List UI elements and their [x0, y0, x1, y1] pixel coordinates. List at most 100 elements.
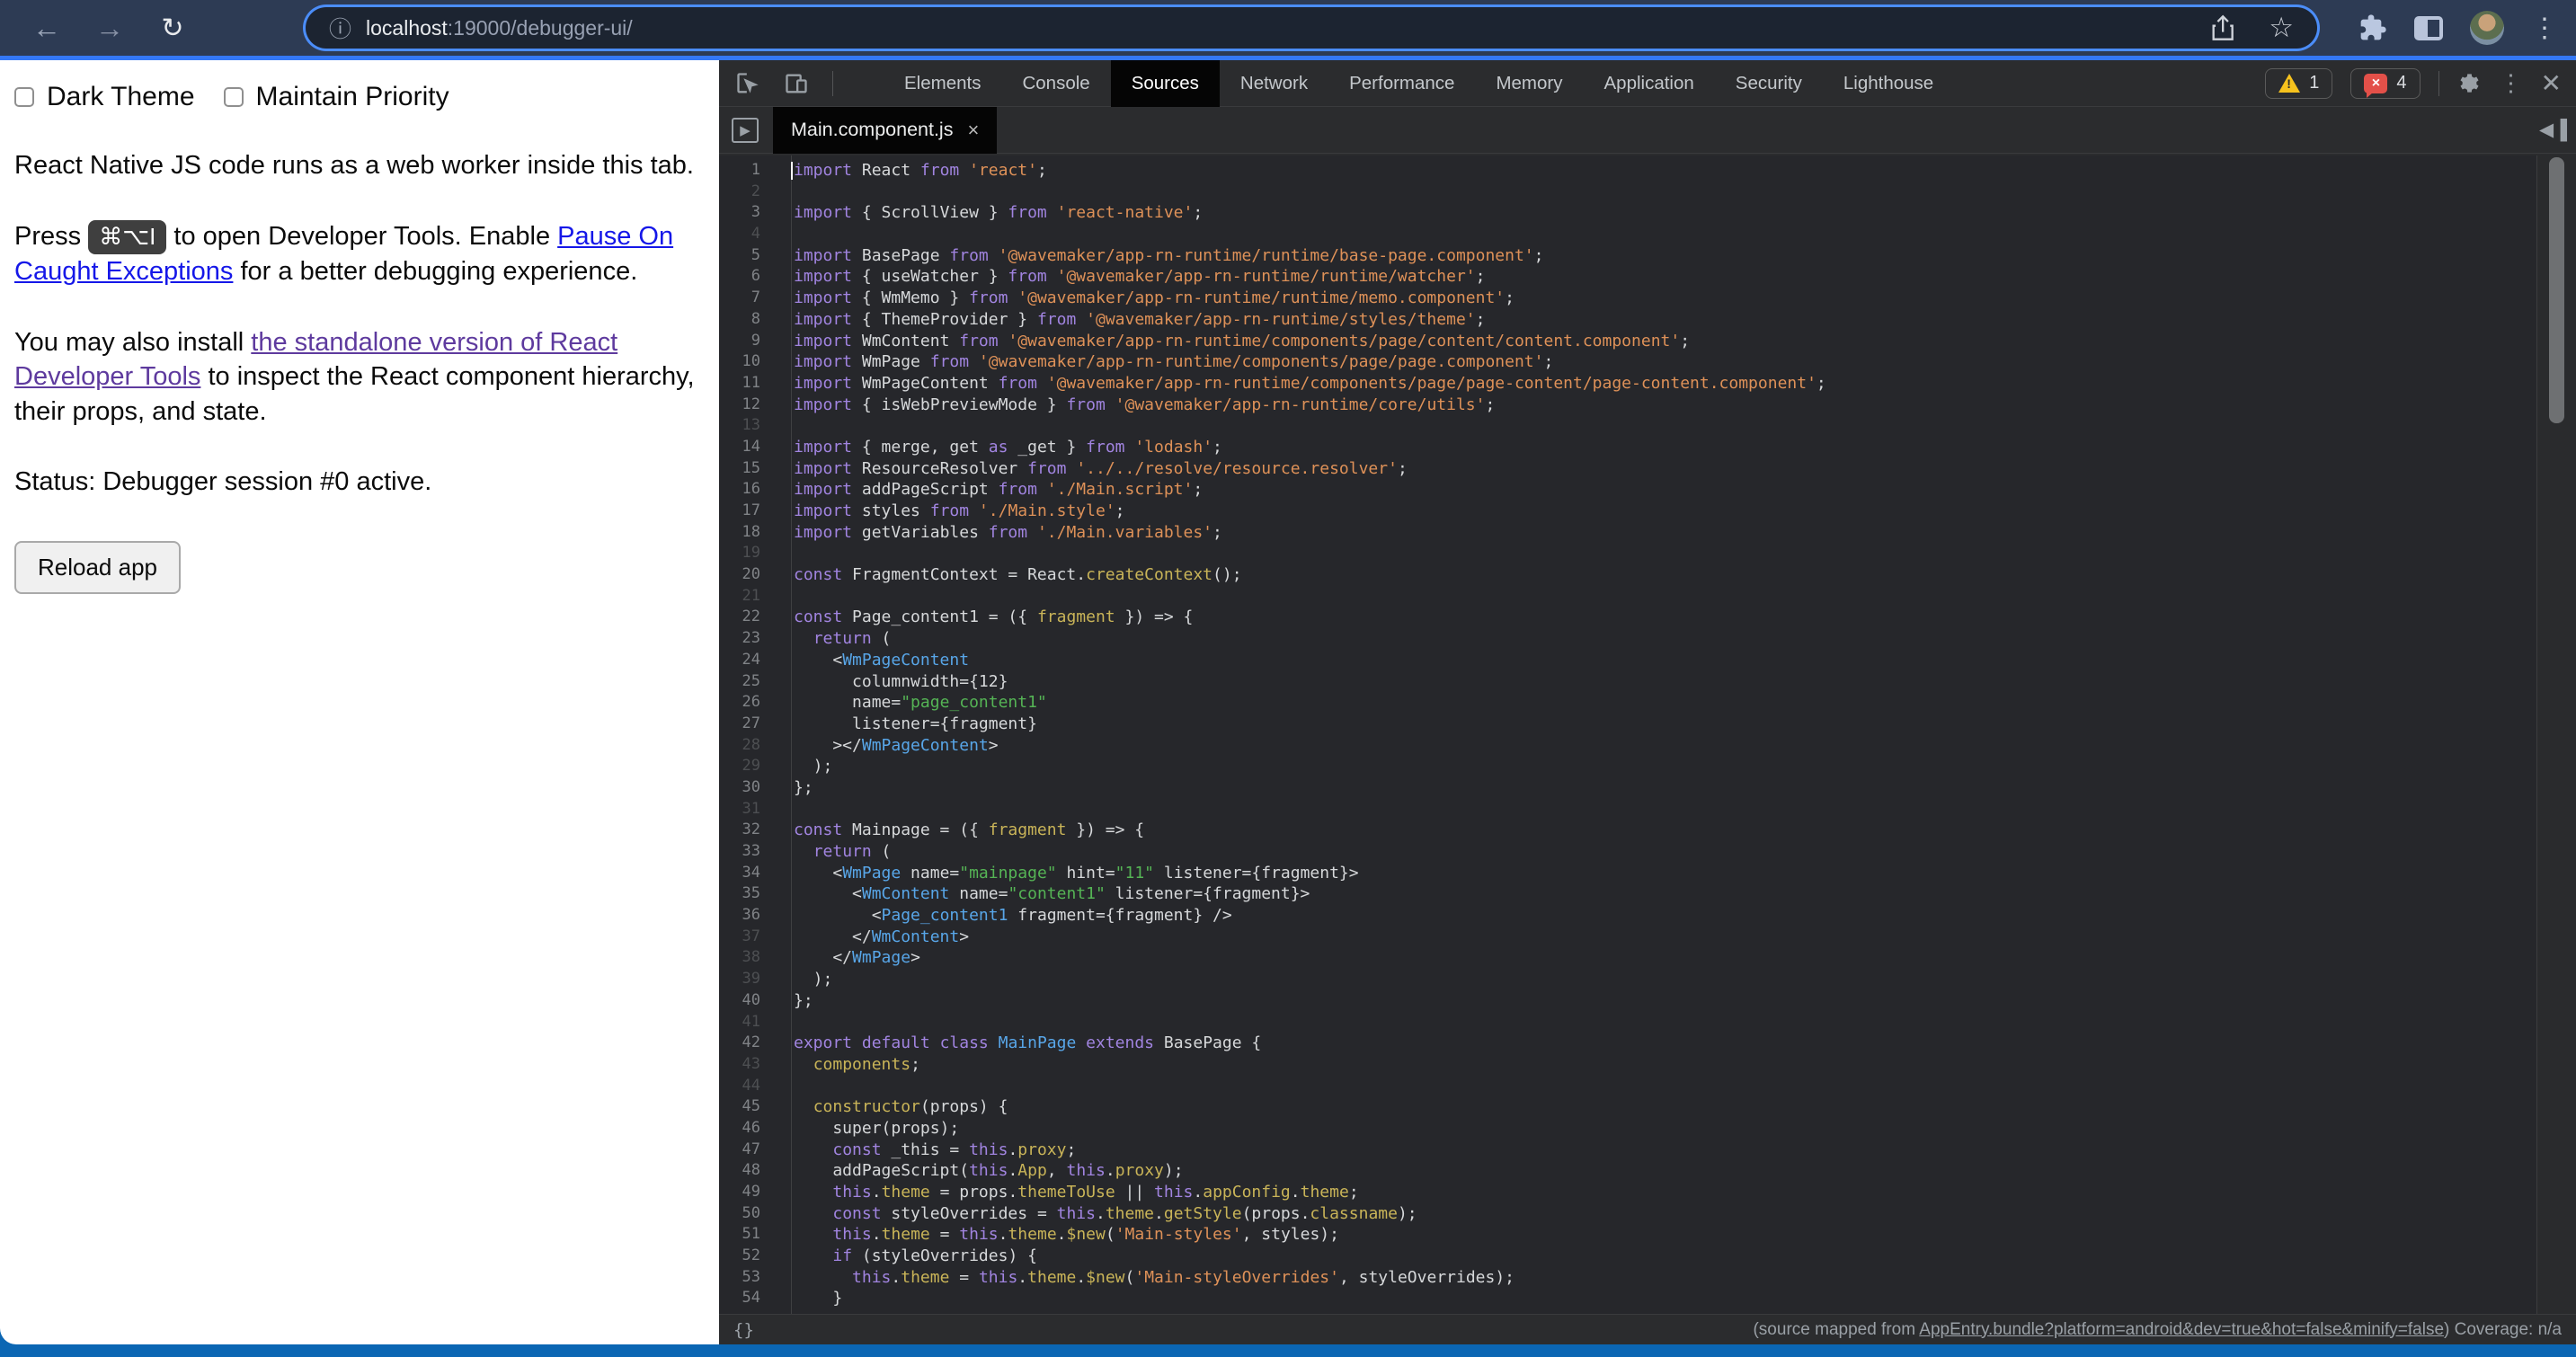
checkbox-dark-theme[interactable]	[14, 87, 34, 107]
code-text[interactable]	[777, 587, 794, 608]
warnings-badge[interactable]: 1	[2265, 68, 2332, 99]
code-text[interactable]	[777, 800, 794, 821]
code-text[interactable]: import WmPage from '@wavemaker/app-rn-ru…	[777, 352, 1553, 374]
line-number[interactable]: 6	[719, 267, 777, 288]
tab-sources[interactable]: Sources	[1111, 60, 1220, 107]
code-text[interactable]: import styles from './Main.style';	[777, 501, 1125, 523]
code-text[interactable]: const Mainpage = ({ fragment }) => {	[777, 820, 1144, 842]
code-text[interactable]: this.theme = props.themeToUse || this.ap…	[777, 1183, 1359, 1204]
line-number[interactable]: 12	[719, 395, 777, 417]
line-number[interactable]: 17	[719, 501, 777, 523]
code-text[interactable]: import BasePage from '@wavemaker/app-rn-…	[777, 246, 1543, 268]
navigator-toggle-icon[interactable]: ▶	[732, 118, 759, 143]
code-text[interactable]: import { isWebPreviewMode } from '@wavem…	[777, 395, 1495, 417]
line-number[interactable]: 2	[719, 182, 777, 204]
debugger-sidebar-toggle-icon[interactable]: ◀▐	[2539, 119, 2567, 141]
line-number[interactable]: 25	[719, 672, 777, 694]
line-number[interactable]: 34	[719, 864, 777, 885]
code-text[interactable]: import ResourceResolver from '../../reso…	[777, 459, 1408, 481]
devtools-close-icon[interactable]: ✕	[2541, 68, 2562, 98]
browser-menu-icon[interactable]: ⋮	[2531, 13, 2558, 44]
line-number[interactable]: 43	[719, 1055, 777, 1077]
tab-security[interactable]: Security	[1715, 60, 1823, 107]
code-text[interactable]: if (styleOverrides) {	[777, 1246, 1037, 1268]
line-number[interactable]: 16	[719, 480, 777, 501]
code-text[interactable]: components;	[777, 1055, 920, 1077]
scrollbar-thumb[interactable]	[2549, 157, 2564, 423]
line-number[interactable]: 44	[719, 1077, 777, 1098]
tab-memory[interactable]: Memory	[1475, 60, 1583, 107]
line-number[interactable]: 48	[719, 1161, 777, 1183]
code-text[interactable]: import WmPageContent from '@wavemaker/ap…	[777, 374, 1826, 395]
line-number[interactable]: 24	[719, 651, 777, 672]
code-text[interactable]: listener={fragment}	[777, 714, 1037, 736]
code-text[interactable]: this.theme = this.theme.$new('Main-style…	[777, 1225, 1339, 1246]
checkbox-maintain-priority[interactable]	[224, 87, 244, 107]
code-text[interactable]: import WmContent from '@wavemaker/app-rn…	[777, 332, 1690, 353]
line-number[interactable]: 11	[719, 374, 777, 395]
line-number[interactable]: 31	[719, 800, 777, 821]
pretty-print-button[interactable]: {}	[733, 1320, 754, 1340]
line-number[interactable]: 15	[719, 459, 777, 481]
line-number[interactable]: 23	[719, 629, 777, 651]
code-text[interactable]: this.theme = this.theme.$new('Main-style…	[777, 1268, 1515, 1290]
extensions-icon[interactable]	[2358, 13, 2387, 42]
line-number[interactable]: 39	[719, 970, 777, 991]
code-text[interactable]: <WmPageContent	[777, 651, 969, 672]
line-number[interactable]: 26	[719, 693, 777, 714]
line-number[interactable]: 19	[719, 544, 777, 565]
code-text[interactable]: const styleOverrides = this.theme.getSty…	[777, 1204, 1417, 1226]
code-text[interactable]: };	[777, 778, 813, 800]
bookmark-star-icon[interactable]: ☆	[2269, 12, 2294, 44]
side-panel-icon[interactable]	[2414, 16, 2443, 40]
line-number[interactable]: 1	[719, 161, 777, 182]
share-icon[interactable]	[2209, 14, 2234, 41]
line-number[interactable]: 18	[719, 523, 777, 545]
reload-app-button[interactable]: Reload app	[14, 541, 181, 594]
line-number[interactable]: 40	[719, 991, 777, 1013]
code-text[interactable]	[777, 416, 794, 438]
code-text[interactable]: columnwidth={12}	[777, 672, 1008, 694]
line-number[interactable]: 7	[719, 288, 777, 310]
line-number[interactable]: 4	[719, 225, 777, 246]
code-text[interactable]	[777, 1077, 794, 1098]
code-text[interactable]: ></WmPageContent>	[777, 736, 999, 758]
code-text[interactable]: const _this = this.proxy;	[777, 1140, 1076, 1162]
bundle-link[interactable]: AppEntry.bundle?platform=android&dev=tru…	[1919, 1320, 2444, 1339]
back-icon[interactable]: ←	[22, 12, 72, 45]
errors-badge[interactable]: × 4	[2350, 68, 2420, 99]
line-number[interactable]: 13	[719, 416, 777, 438]
code-text[interactable]: const FragmentContext = React.createCont…	[777, 565, 1242, 587]
inspect-element-icon[interactable]	[735, 71, 760, 96]
file-tab-close-icon[interactable]: ×	[967, 119, 979, 142]
code-text[interactable]: import getVariables from './Main.variabl…	[777, 523, 1222, 545]
link[interactable]: the standalone version of React Develope…	[14, 328, 617, 392]
code-text[interactable]: );	[777, 757, 832, 778]
code-text[interactable]: }	[777, 1289, 842, 1310]
line-number[interactable]: 14	[719, 438, 777, 459]
line-number[interactable]: 10	[719, 352, 777, 374]
line-number[interactable]: 28	[719, 736, 777, 758]
code-text[interactable]: );	[777, 970, 832, 991]
line-number[interactable]: 51	[719, 1225, 777, 1246]
line-number[interactable]: 32	[719, 820, 777, 842]
line-number[interactable]: 9	[719, 332, 777, 353]
code-text[interactable]: <WmPage name="mainpage" hint="11" listen…	[777, 864, 1359, 885]
tab-performance[interactable]: Performance	[1328, 60, 1475, 107]
line-number[interactable]: 46	[719, 1119, 777, 1140]
tab-lighthouse[interactable]: Lighthouse	[1823, 60, 1954, 107]
line-number[interactable]: 21	[719, 587, 777, 608]
code-editor[interactable]: 1import React from 'react';23import { Sc…	[719, 155, 2576, 1314]
code-text[interactable]: import { WmMemo } from '@wavemaker/app-r…	[777, 288, 1515, 310]
code-text[interactable]: <WmContent name="content1" listener={fra…	[777, 884, 1310, 906]
code-text[interactable]: return (	[777, 842, 891, 864]
settings-gear-icon[interactable]	[2457, 71, 2482, 95]
line-number[interactable]: 8	[719, 310, 777, 332]
line-number[interactable]: 27	[719, 714, 777, 736]
line-number[interactable]: 22	[719, 608, 777, 629]
reload-icon[interactable]: ↻	[147, 13, 198, 44]
code-text[interactable]: const Page_content1 = ({ fragment }) => …	[777, 608, 1193, 629]
code-text[interactable]: import React from 'react';	[777, 161, 1047, 182]
device-toolbar-icon[interactable]	[784, 71, 809, 96]
code-text[interactable]: super(props);	[777, 1119, 959, 1140]
